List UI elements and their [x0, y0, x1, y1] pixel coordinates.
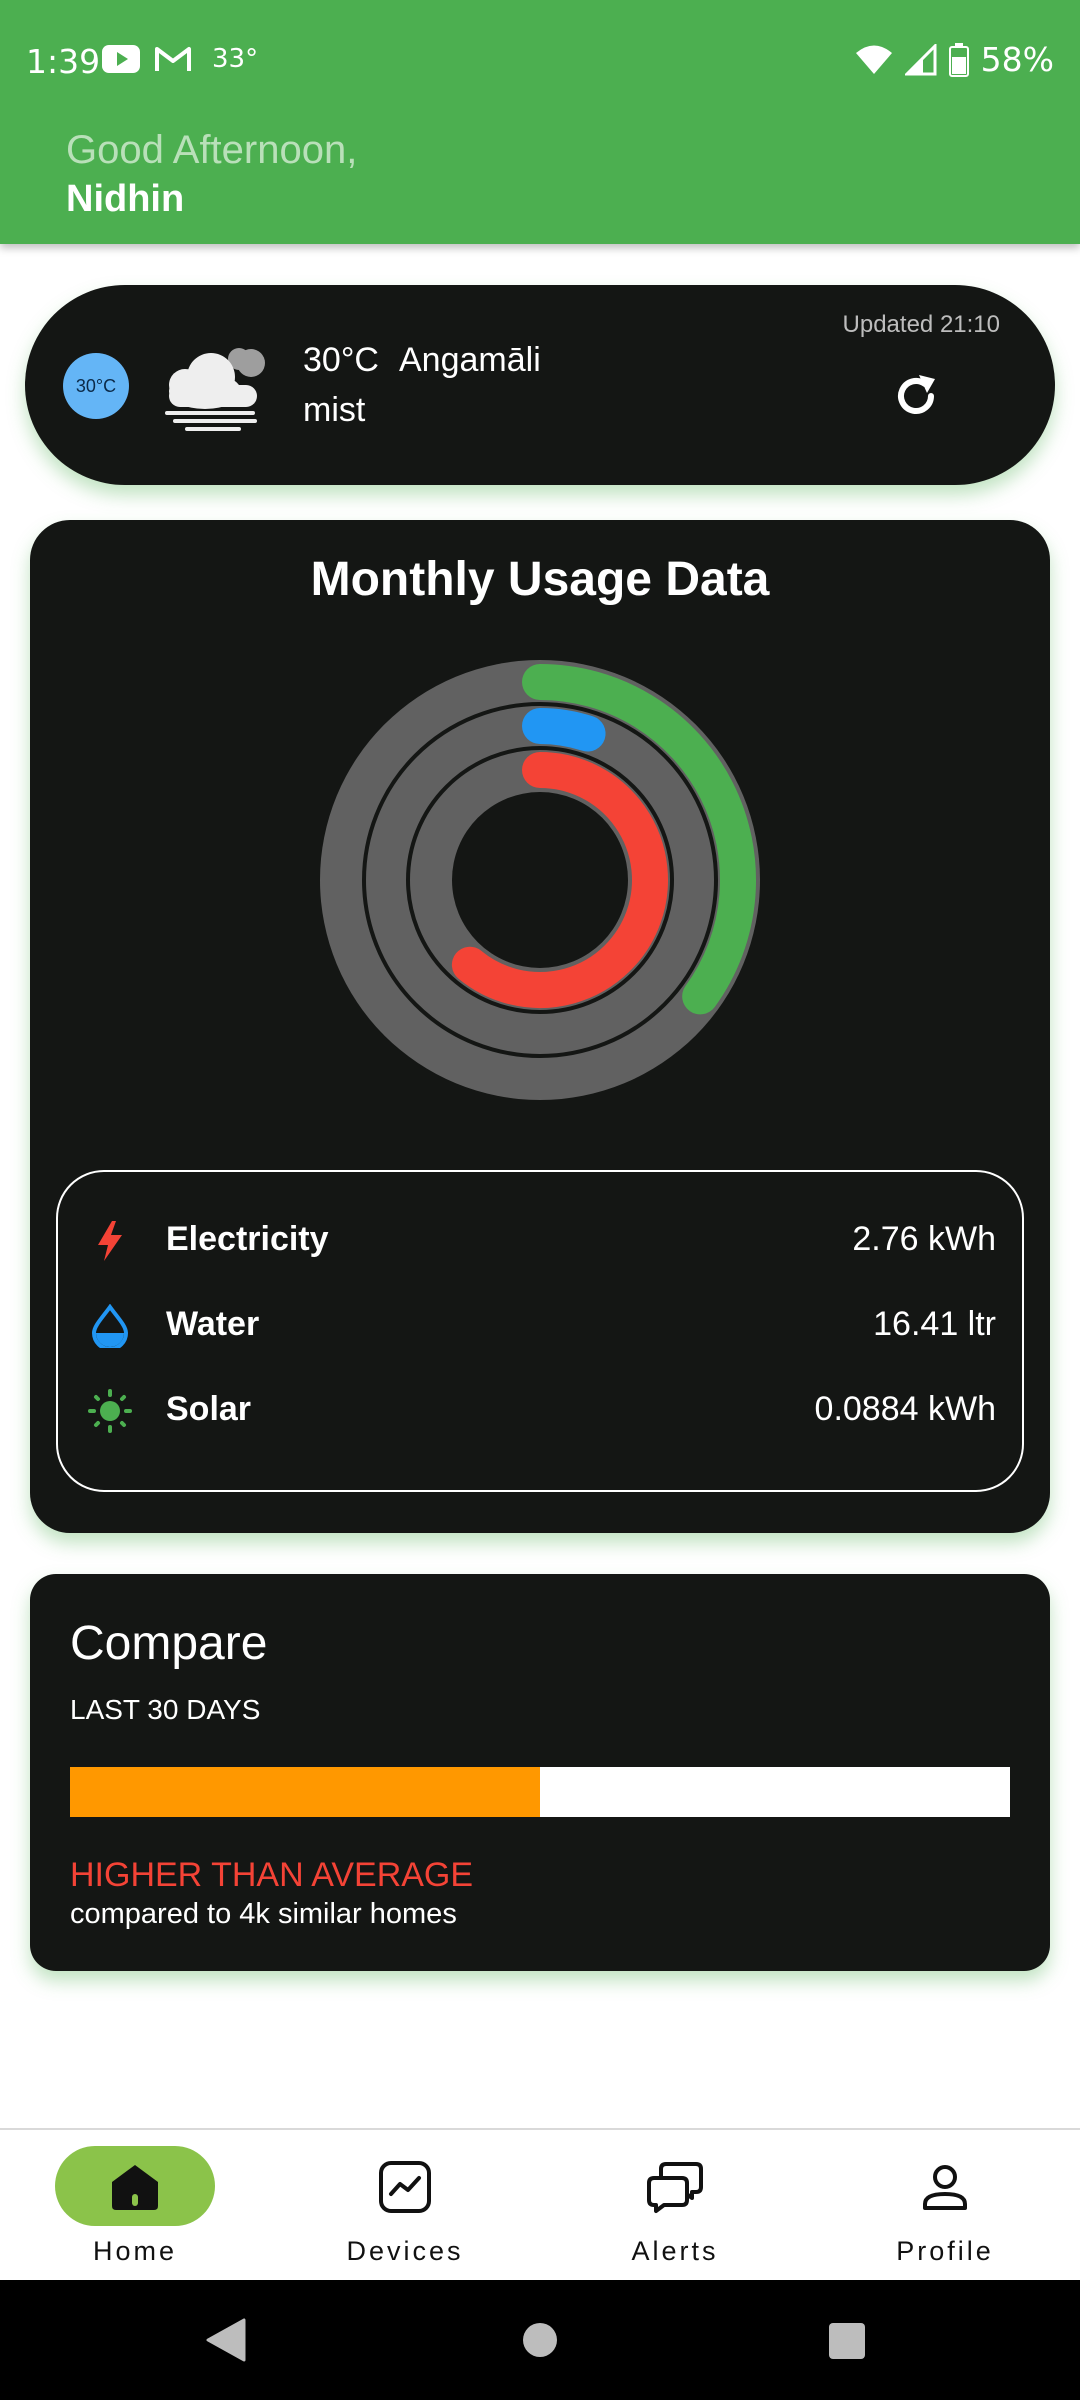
weather-description: mist	[303, 391, 366, 429]
sun-icon	[88, 1389, 132, 1433]
profile-icon	[913, 2157, 977, 2217]
compare-card: Compare LAST 30 DAYS HIGHER THAN AVERAGE…	[30, 1574, 1050, 1971]
nav-label-home: Home	[92, 2236, 178, 2266]
greeting-text: Good Afternoon,	[66, 128, 358, 172]
compare-note: compared to 4k similar homes	[70, 1898, 457, 1930]
status-system-icons: 58%	[855, 40, 1054, 79]
usage-ring-water	[522, 708, 606, 752]
cloud-mist-icon	[165, 348, 265, 431]
devices-chart-icon	[373, 2157, 437, 2217]
nav-label-devices: Devices	[346, 2236, 464, 2266]
compare-progress-fill	[70, 1767, 540, 1817]
battery-icon	[948, 42, 969, 77]
wifi-icon	[855, 45, 892, 74]
status-temperature: 33°	[212, 44, 259, 74]
legend-value-water: 16.41 ltr	[873, 1304, 996, 1343]
compare-progress-bar	[70, 1767, 1010, 1817]
compare-title: Compare	[70, 1617, 268, 1670]
refresh-icon[interactable]	[891, 371, 941, 421]
weather-temperature: 30°C	[303, 341, 379, 379]
legend-label-electricity: Electricity	[166, 1219, 329, 1258]
water-drop-icon	[91, 1304, 129, 1348]
alerts-chat-icon	[643, 2157, 707, 2217]
nav-label-profile: Profile	[896, 2236, 994, 2266]
system-navigation-bar	[0, 2280, 1080, 2400]
home-icon	[103, 2157, 167, 2217]
lightning-icon	[98, 1221, 122, 1261]
weather-city: Angamāli	[399, 341, 541, 379]
cellular-signal-icon	[904, 43, 937, 75]
youtube-icon	[102, 45, 140, 73]
legend-row-solar: Solar 0.0884 kWh	[58, 1379, 1022, 1439]
nav-item-profile[interactable]: Profile	[810, 2130, 1080, 2282]
legend-value-electricity: 2.76 kWh	[852, 1219, 996, 1258]
temperature-badge: 30°C	[63, 353, 129, 419]
battery-percent: 58%	[980, 40, 1054, 79]
nav-item-alerts[interactable]: Alerts	[540, 2130, 810, 2282]
monthly-usage-card: Monthly Usage Data Electricity 2.76 kWh …	[30, 520, 1050, 1533]
compare-period: LAST 30 DAYS	[70, 1694, 261, 1725]
legend-row-water: Water 16.41 ltr	[58, 1294, 1022, 1354]
status-notification-icons: 33°	[102, 44, 258, 74]
legend-label-water: Water	[166, 1304, 260, 1343]
bottom-navigation: Home Devices Alerts Profile	[0, 2128, 1080, 2280]
legend-row-electricity: Electricity 2.76 kWh	[58, 1209, 1022, 1269]
status-time: 1:39	[26, 42, 101, 81]
recents-icon[interactable]	[828, 2322, 866, 2360]
usage-title: Monthly Usage Data	[310, 553, 770, 606]
user-name: Nidhin	[66, 178, 185, 220]
app-header: 1:39 33° 58% Good Afternoon, Nidhin	[0, 0, 1080, 244]
back-icon[interactable]	[206, 2318, 246, 2362]
nav-item-home[interactable]: Home	[0, 2130, 270, 2282]
legend-label-solar: Solar	[166, 1389, 252, 1428]
compare-status: HIGHER THAN AVERAGE	[70, 1856, 474, 1894]
nav-label-alerts: Alerts	[631, 2236, 719, 2266]
nav-item-devices[interactable]: Devices	[270, 2130, 540, 2282]
weather-updated-time: Updated 21:10	[842, 311, 1000, 338]
usage-rings-chart	[320, 660, 760, 1100]
gmail-icon	[155, 47, 191, 71]
home-button-icon[interactable]	[522, 2322, 558, 2358]
usage-legend: Electricity 2.76 kWh Water 16.41 ltr Sol…	[56, 1170, 1024, 1492]
legend-value-solar: 0.0884 kWh	[814, 1389, 996, 1428]
weather-card: 30°C 30°C Angamāli mist Updated 21:10	[25, 285, 1055, 485]
